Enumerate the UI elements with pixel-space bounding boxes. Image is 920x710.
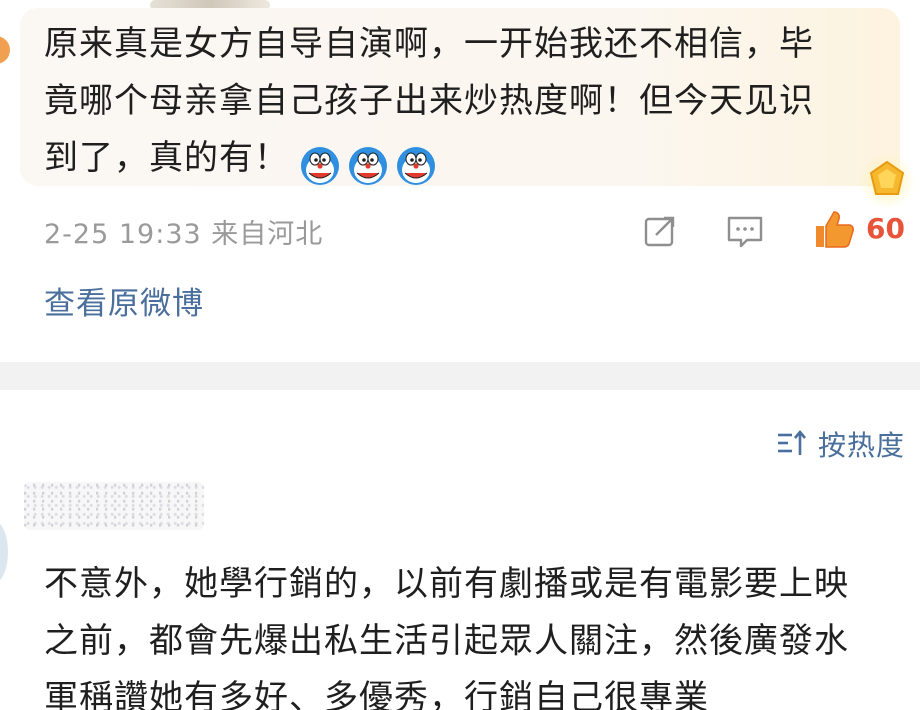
medal-badge-icon <box>859 153 915 209</box>
doraemon-emoji-icon <box>349 146 387 185</box>
avatar[interactable] <box>0 36 10 64</box>
emoji-row <box>299 136 443 193</box>
sort-by-hot-button[interactable]: 按热度 <box>818 424 905 464</box>
sort-icon[interactable] <box>776 428 808 458</box>
comment-timestamp: 2-25 19:33 来自河北 <box>44 219 324 250</box>
section-divider <box>0 362 920 390</box>
doraemon-emoji-icon <box>301 146 339 185</box>
avatar[interactable] <box>0 520 8 584</box>
like-count: 60 <box>866 212 905 245</box>
comment-text: 原来真是女方自导自演啊，一开始我还不相信，毕 竟哪个母亲拿自己孩子出来炒热度啊！… <box>44 16 874 193</box>
share-icon[interactable] <box>642 213 678 249</box>
view-original-link[interactable]: 查看原微博 <box>44 278 204 323</box>
doraemon-emoji-icon <box>397 146 435 185</box>
comment-text: 不意外，她學行銷的，以前有劇播或是有電影要上映 之前，都會先爆出私生活引起眾人關… <box>44 564 849 710</box>
top-comment-card: 原来真是女方自导自演啊，一开始我还不相信，毕 竟哪个母亲拿自己孩子出来炒热度啊！… <box>0 0 920 362</box>
comment-icon[interactable] <box>725 213 765 249</box>
thumbs-up-icon[interactable] <box>812 208 856 250</box>
blurred-username <box>24 482 204 530</box>
weibo-comment-page: 原来真是女方自导自演啊，一开始我还不相信，毕 竟哪个母亲拿自己孩子出来炒热度啊！… <box>0 0 920 710</box>
